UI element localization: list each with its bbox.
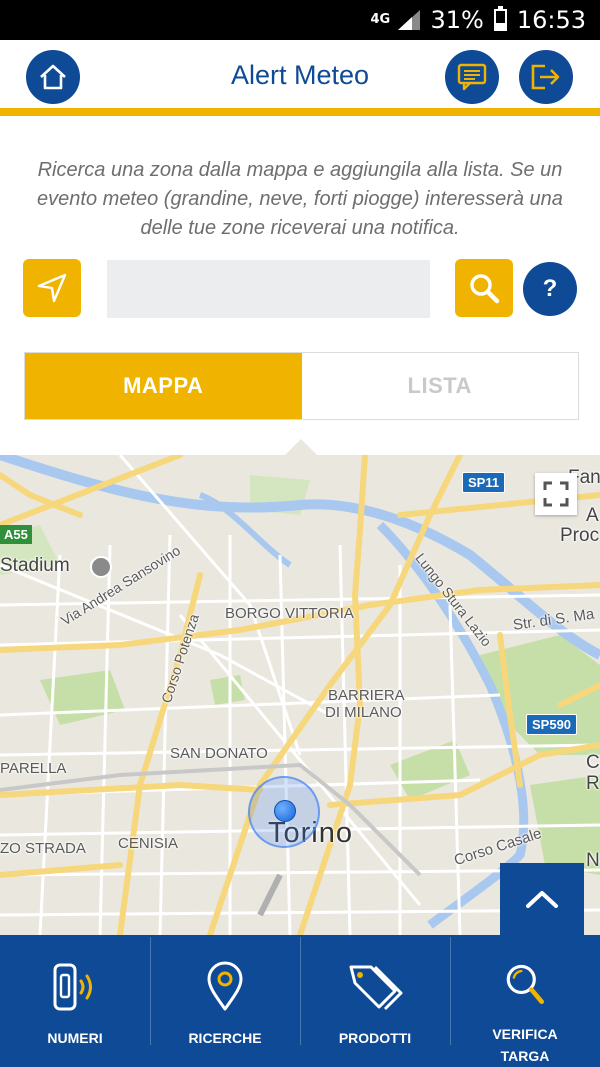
- fullscreen-button[interactable]: [535, 473, 577, 515]
- nav-item-verifica-targa[interactable]: VERIFICA TARGA: [450, 935, 600, 1067]
- nav-label-verifica-targa: VERIFICA TARGA: [492, 1026, 558, 1064]
- intro-text: Ricerca una zona dalla mappa e aggiungil…: [37, 159, 563, 239]
- collapse-map-button[interactable]: [500, 863, 584, 935]
- fullscreen-icon: [543, 481, 569, 507]
- tab-lista[interactable]: LISTA: [301, 353, 578, 419]
- nav-item-ricerche[interactable]: RICERCHE: [150, 935, 300, 1067]
- logout-icon: [531, 64, 560, 90]
- search-icon: [470, 274, 500, 304]
- nav-label-ricerche: RICERCHE: [188, 1030, 262, 1046]
- logout-button[interactable]: [519, 50, 573, 104]
- tab-mappa[interactable]: MAPPA: [25, 353, 302, 419]
- map-label-edge-proc: Proc: [560, 525, 600, 546]
- map-label-parella: PARELLA: [0, 760, 67, 777]
- network-type: 4G: [370, 12, 391, 27]
- map-label-edge-a: A: [586, 505, 599, 526]
- nav-item-numeri[interactable]: NUMERI: [0, 935, 150, 1067]
- chevron-up-icon: [526, 891, 558, 908]
- nav-item-prodotti[interactable]: PRODOTTI: [300, 935, 450, 1067]
- road-shield-a55: A55: [0, 525, 32, 544]
- help-button[interactable]: ?: [523, 262, 577, 316]
- messages-button[interactable]: [445, 50, 499, 104]
- clock: 16:53: [516, 6, 586, 34]
- road-shield-sp590: SP590: [526, 714, 578, 735]
- battery-icon: [493, 6, 507, 31]
- app-header: Alert Meteo: [0, 40, 600, 116]
- phone-icon: [53, 963, 92, 1011]
- locate-button[interactable]: [23, 259, 81, 317]
- map-label-cenisia: CENISIA: [118, 835, 179, 852]
- signal-icon: [398, 10, 421, 30]
- map-label-san-donato: SAN DONATO: [170, 745, 268, 762]
- bottom-navigation: NUMERI RICERCHE PRODOTTI VERIFICA TARGA: [0, 935, 600, 1067]
- view-tabs: MAPPA LISTA: [24, 352, 579, 420]
- page-title: Alert Meteo: [230, 60, 370, 90]
- status-bar: 4G 31% 16:53: [0, 0, 600, 40]
- magnifier-icon: [506, 964, 545, 1005]
- stadium-icon: [90, 556, 112, 578]
- search-button[interactable]: [455, 259, 513, 317]
- current-location-dot: [274, 800, 296, 822]
- search-input[interactable]: [107, 260, 430, 318]
- map-label-borgo-vittoria: BORGO VITTORIA: [225, 605, 354, 622]
- road-shield-sp11: SP11: [462, 472, 506, 493]
- map-label-edge-r: R: [586, 773, 600, 794]
- map-label-barriera: BARRIERA: [328, 687, 405, 704]
- battery-percent: 31%: [430, 6, 484, 34]
- map-pointer: [285, 439, 317, 455]
- map-label-edge-n: N: [586, 850, 600, 871]
- map-label-stadium: Stadium: [0, 555, 70, 576]
- tag-icon: [349, 965, 403, 1011]
- nav-label-prodotti: PRODOTTI: [338, 1030, 412, 1046]
- map-label-edge-c: C: [586, 752, 600, 773]
- map-label-zo-strada: ZO STRADA: [0, 840, 86, 857]
- nav-label-numeri: NUMERI: [47, 1030, 103, 1046]
- location-pin-icon: [207, 961, 243, 1011]
- message-icon: [457, 63, 487, 91]
- map-label-di-milano: DI MILANO: [325, 704, 402, 721]
- navigation-arrow-icon: [37, 273, 67, 303]
